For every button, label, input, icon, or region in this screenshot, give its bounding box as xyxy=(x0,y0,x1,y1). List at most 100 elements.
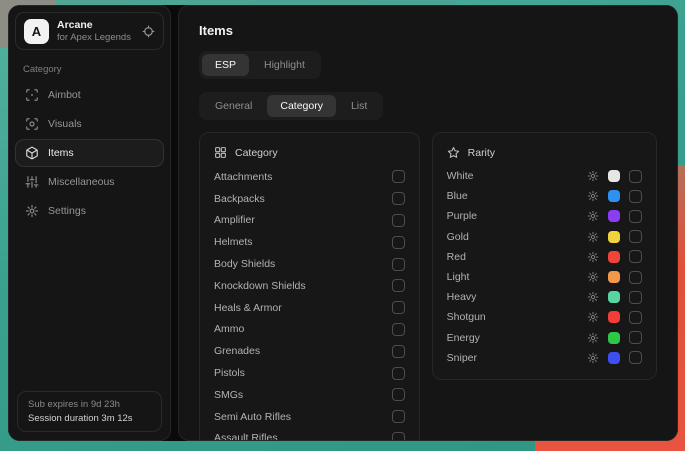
rarity-color-swatch[interactable] xyxy=(608,210,620,222)
tab-category[interactable]: Category xyxy=(267,95,336,117)
sidebar-item-visuals[interactable]: Visuals xyxy=(15,110,164,138)
rarity-row-label: Heavy xyxy=(447,291,477,303)
star-icon xyxy=(447,146,460,159)
sidebar-nav: Aimbot Visuals Items Miscellaneous Setti… xyxy=(15,81,164,225)
category-row: Pistols xyxy=(214,362,405,384)
rarity-checkbox[interactable] xyxy=(629,351,642,364)
category-row: Ammo xyxy=(214,319,405,341)
sliders-icon xyxy=(25,175,39,189)
category-panel-title: Category xyxy=(235,147,278,159)
rarity-row: Red xyxy=(447,247,642,267)
gear-icon[interactable] xyxy=(587,170,599,182)
category-checkbox[interactable] xyxy=(392,301,405,314)
category-checkbox[interactable] xyxy=(392,192,405,205)
rarity-row: Energy xyxy=(447,328,642,348)
category-checkbox[interactable] xyxy=(392,432,405,441)
rarity-list: White Blue Purple Gold Red xyxy=(447,166,642,368)
category-checkbox[interactable] xyxy=(392,345,405,358)
sidebar-item-label: Aimbot xyxy=(48,89,81,101)
rarity-checkbox[interactable] xyxy=(629,210,642,223)
sidebar-item-miscellaneous[interactable]: Miscellaneous xyxy=(15,168,164,196)
mode-option-esp[interactable]: ESP xyxy=(202,54,249,76)
gear-icon[interactable] xyxy=(587,271,599,283)
scan-eye-icon xyxy=(25,117,39,131)
rarity-checkbox[interactable] xyxy=(629,291,642,304)
rarity-color-swatch[interactable] xyxy=(608,291,620,303)
rarity-checkbox[interactable] xyxy=(629,311,642,324)
rarity-row: Light xyxy=(447,267,642,287)
category-row: Amplifier xyxy=(214,210,405,232)
category-row-label: Ammo xyxy=(214,323,244,335)
rarity-color-swatch[interactable] xyxy=(608,251,620,263)
category-checkbox[interactable] xyxy=(392,323,405,336)
rarity-color-swatch[interactable] xyxy=(608,352,620,364)
rarity-panel-title: Rarity xyxy=(468,147,495,159)
rarity-checkbox[interactable] xyxy=(629,331,642,344)
rarity-color-swatch[interactable] xyxy=(608,311,620,323)
gear-icon[interactable] xyxy=(587,190,599,202)
session-duration-text: Session duration 3m 12s xyxy=(28,413,151,424)
sidebar-item-label: Items xyxy=(48,147,74,159)
settings-cards: Category Attachments Backpacks Amplifier… xyxy=(199,132,657,441)
rarity-color-swatch[interactable] xyxy=(608,231,620,243)
category-row-label: Knockdown Shields xyxy=(214,280,306,292)
category-row: Helmets xyxy=(214,231,405,253)
category-checkbox[interactable] xyxy=(392,388,405,401)
screenshot-stage: A Arcane for Apex Legends Category Aimbo… xyxy=(0,0,685,451)
category-row-label: Amplifier xyxy=(214,214,255,226)
rarity-checkbox[interactable] xyxy=(629,230,642,243)
sidebar-item-settings[interactable]: Settings xyxy=(15,197,164,225)
sidebar-item-label: Miscellaneous xyxy=(48,176,115,188)
category-checkbox[interactable] xyxy=(392,236,405,249)
category-row: Body Shields xyxy=(214,253,405,275)
rarity-checkbox[interactable] xyxy=(629,250,642,263)
rarity-row-label: Light xyxy=(447,271,470,283)
rarity-checkbox[interactable] xyxy=(629,190,642,203)
category-row-label: SMGs xyxy=(214,389,243,401)
category-row: Semi Auto Rifles xyxy=(214,406,405,428)
rarity-color-swatch[interactable] xyxy=(608,332,620,344)
crosshair-icon xyxy=(25,88,39,102)
rarity-row: White xyxy=(447,166,642,186)
page-title: Items xyxy=(199,23,657,38)
category-row: Knockdown Shields xyxy=(214,275,405,297)
sidebar: A Arcane for Apex Legends Category Aimbo… xyxy=(8,5,171,441)
rarity-row: Purple xyxy=(447,206,642,226)
rarity-color-swatch[interactable] xyxy=(608,190,620,202)
category-checkbox[interactable] xyxy=(392,214,405,227)
gear-icon[interactable] xyxy=(587,352,599,364)
category-checkbox[interactable] xyxy=(392,170,405,183)
sidebar-item-items[interactable]: Items xyxy=(15,139,164,167)
rarity-checkbox[interactable] xyxy=(629,271,642,284)
tab-general[interactable]: General xyxy=(202,95,265,117)
mode-option-highlight[interactable]: Highlight xyxy=(251,54,318,76)
gear-icon[interactable] xyxy=(587,231,599,243)
gear-icon[interactable] xyxy=(587,251,599,263)
gear-icon xyxy=(25,204,39,218)
gear-icon[interactable] xyxy=(587,311,599,323)
brand-name: Arcane xyxy=(57,19,134,32)
rarity-row-label: Sniper xyxy=(447,352,477,364)
rarity-checkbox[interactable] xyxy=(629,170,642,183)
cube-icon xyxy=(25,146,39,160)
category-checkbox[interactable] xyxy=(392,279,405,292)
category-checkbox[interactable] xyxy=(392,258,405,271)
gear-icon[interactable] xyxy=(587,210,599,222)
category-checkbox[interactable] xyxy=(392,410,405,423)
rarity-row-label: Red xyxy=(447,251,466,263)
brand-card: A Arcane for Apex Legends xyxy=(15,12,164,50)
target-icon[interactable] xyxy=(142,25,155,38)
sidebar-item-aimbot[interactable]: Aimbot xyxy=(15,81,164,109)
category-checkbox[interactable] xyxy=(392,367,405,380)
tab-list[interactable]: List xyxy=(338,95,380,117)
gear-icon[interactable] xyxy=(587,332,599,344)
main-content: Items ESP Highlight General Category Lis… xyxy=(178,5,678,441)
gear-icon[interactable] xyxy=(587,291,599,303)
sidebar-item-label: Settings xyxy=(48,205,86,217)
category-row-label: Backpacks xyxy=(214,193,265,205)
category-row: Assault Rifles xyxy=(214,428,405,441)
category-row-label: Heals & Armor xyxy=(214,302,282,314)
rarity-color-swatch[interactable] xyxy=(608,271,620,283)
rarity-color-swatch[interactable] xyxy=(608,170,620,182)
rarity-row-label: Shotgun xyxy=(447,311,486,323)
